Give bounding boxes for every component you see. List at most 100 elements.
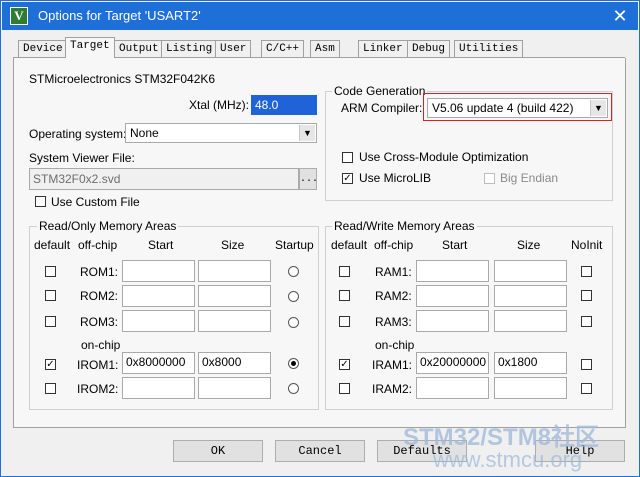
microlib-checkbox[interactable]: ✓ [342, 173, 353, 184]
xtal-input[interactable]: 48.0 [251, 95, 317, 115]
rom1-startup-radio[interactable] [288, 266, 299, 277]
svf-label: System Viewer File: [29, 151, 135, 165]
ram2-size-input[interactable] [494, 285, 567, 307]
tab-linker[interactable]: Linker [358, 40, 408, 57]
irom1-start-input[interactable]: 0x8000000 [122, 352, 195, 374]
chevron-down-icon: ▼ [299, 125, 315, 141]
ram-header-start: Start [442, 238, 468, 252]
ram3-label: RAM3: [375, 315, 412, 329]
rom-areas-title: Read/Only Memory Areas [37, 219, 179, 233]
arm-compiler-select[interactable]: V5.06 update 4 (build 422) ▼ [427, 98, 608, 118]
ram-header-noinit: NoInit [571, 238, 603, 252]
cross-module-checkbox[interactable] [342, 152, 353, 163]
ram1-default-checkbox[interactable] [339, 266, 350, 277]
code-generation-title: Code Generation [332, 84, 428, 98]
rom2-size-input[interactable] [198, 285, 271, 307]
rom-header-offchip: off-chip [78, 238, 118, 252]
irom1-size-input[interactable]: 0x8000 [198, 352, 271, 374]
xtal-label: Xtal (MHz): [189, 98, 249, 112]
iram2-noinit-checkbox[interactable] [581, 383, 592, 394]
irom2-default-checkbox[interactable] [45, 383, 56, 394]
os-label: Operating system: [29, 127, 127, 141]
window-title: Options for Target 'USART2' [38, 8, 201, 23]
rom3-size-input[interactable] [198, 310, 271, 332]
rom1-start-input[interactable] [122, 260, 195, 282]
os-select[interactable]: None ▼ [125, 123, 317, 143]
use-custom-file-label: Use Custom File [51, 195, 140, 209]
iram1-start-input[interactable]: 0x20000000 [416, 352, 489, 374]
irom1-label: IROM1: [77, 358, 119, 372]
ram1-start-input[interactable] [416, 260, 489, 282]
tab-device[interactable]: Device [18, 40, 68, 57]
ok-button[interactable]: OK [173, 440, 263, 462]
rom3-label: ROM3: [80, 315, 119, 329]
iram2-start-input[interactable] [416, 377, 489, 399]
rom2-startup-radio[interactable] [288, 291, 299, 302]
ram3-size-input[interactable] [494, 310, 567, 332]
close-icon[interactable]: ✕ [606, 5, 634, 27]
ram-areas-title: Read/Write Memory Areas [332, 219, 477, 233]
ram3-default-checkbox[interactable] [339, 316, 350, 327]
device-name: STMicroelectronics STM32F042K6 [29, 72, 216, 86]
ram2-label: RAM2: [375, 289, 412, 303]
svf-input[interactable]: STM32F0x2.svd [29, 168, 299, 190]
rom1-size-input[interactable] [198, 260, 271, 282]
rom-header-default: default [34, 238, 71, 252]
big-endian-checkbox[interactable] [484, 173, 495, 184]
iram1-default-checkbox[interactable]: ✓ [339, 359, 350, 370]
svf-browse-button[interactable]: ... [299, 168, 318, 190]
microlib-label: Use MicroLIB [359, 171, 432, 185]
ram2-noinit-checkbox[interactable] [581, 290, 592, 301]
rom-header-start: Start [148, 238, 174, 252]
rom3-default-checkbox[interactable] [45, 316, 56, 327]
tab-c-cpp[interactable]: C/C++ [261, 40, 305, 57]
irom2-size-input[interactable] [198, 377, 271, 399]
ram2-default-checkbox[interactable] [339, 290, 350, 301]
tab-debug[interactable]: Debug [407, 40, 451, 57]
ram3-start-input[interactable] [416, 310, 489, 332]
tab-utilities[interactable]: Utilities [454, 40, 524, 57]
cross-module-label: Use Cross-Module Optimization [359, 150, 529, 164]
tab-output[interactable]: Output [114, 40, 164, 57]
iram1-noinit-checkbox[interactable] [581, 359, 592, 370]
tab-asm[interactable]: Asm [310, 40, 340, 57]
rom2-label: ROM2: [80, 289, 119, 303]
rom1-label: ROM1: [80, 265, 119, 279]
ram3-noinit-checkbox[interactable] [581, 316, 592, 327]
arm-compiler-label: ARM Compiler: [341, 101, 423, 115]
ram-header-offchip: off-chip [374, 238, 414, 252]
rom3-startup-radio[interactable] [288, 317, 299, 328]
ram-onchip-label: on-chip [375, 338, 415, 352]
ram-header-default: default [331, 238, 368, 252]
keil-uvision-icon: V [10, 7, 28, 25]
irom2-label: IROM2: [77, 382, 119, 396]
rom1-default-checkbox[interactable] [45, 266, 56, 277]
ram1-label: RAM1: [375, 265, 412, 279]
cancel-button[interactable]: Cancel [275, 440, 365, 462]
rom-header-startup: Startup [275, 238, 314, 252]
arm-compiler-value: V5.06 update 4 (build 422) [432, 101, 574, 115]
rom2-start-input[interactable] [122, 285, 195, 307]
irom2-startup-radio[interactable] [288, 383, 299, 394]
irom2-start-input[interactable] [122, 377, 195, 399]
ram1-size-input[interactable] [494, 260, 567, 282]
title-bar[interactable]: V Options for Target 'USART2' ✕ [2, 2, 638, 30]
irom1-startup-radio[interactable] [288, 358, 299, 369]
tab-listing[interactable]: Listing [161, 40, 218, 57]
tab-user[interactable]: User [215, 40, 252, 57]
tab-target[interactable]: Target [65, 37, 115, 58]
iram1-size-input[interactable]: 0x1800 [494, 352, 567, 374]
irom1-default-checkbox[interactable]: ✓ [45, 359, 56, 370]
iram2-label: IRAM2: [372, 382, 413, 396]
os-select-value: None [130, 126, 159, 140]
ram1-noinit-checkbox[interactable] [581, 266, 592, 277]
iram2-default-checkbox[interactable] [339, 383, 350, 394]
rom-header-size: Size [221, 238, 245, 252]
ram2-start-input[interactable] [416, 285, 489, 307]
chevron-down-icon: ▼ [590, 100, 606, 116]
iram2-size-input[interactable] [494, 377, 567, 399]
rom3-start-input[interactable] [122, 310, 195, 332]
use-custom-file-checkbox[interactable] [35, 196, 46, 207]
iram1-label: IRAM1: [372, 358, 413, 372]
rom2-default-checkbox[interactable] [45, 290, 56, 301]
